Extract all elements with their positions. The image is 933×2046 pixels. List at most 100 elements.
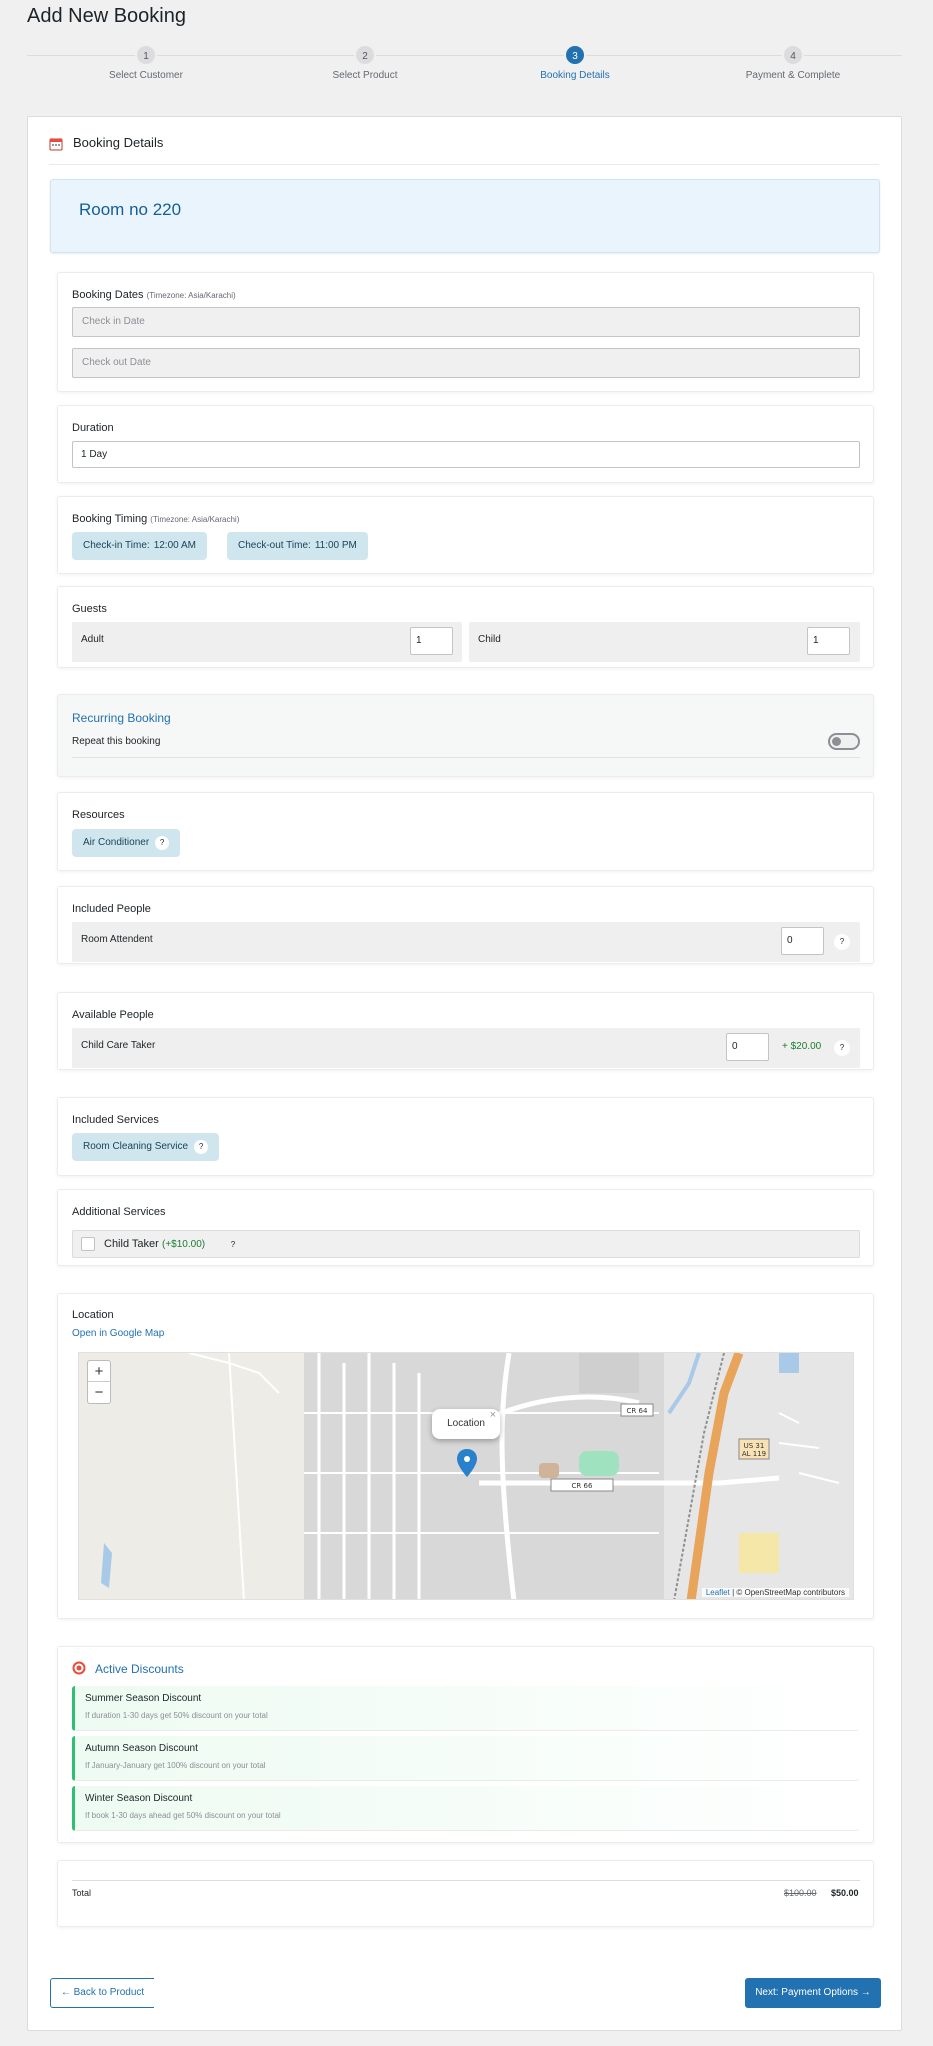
child-care-taker-row: Child Care Taker 0 + $20.00 ?: [72, 1028, 860, 1068]
help-icon[interactable]: ?: [155, 836, 170, 850]
total-original-price: $100.00: [784, 1888, 817, 1898]
total-label: Total: [72, 1888, 92, 1898]
location-heading: Location: [72, 1309, 114, 1321]
next-payment-options-button[interactable]: Next: Payment Options →: [745, 1978, 881, 2008]
card-title: Booking Details: [73, 135, 164, 150]
booking-dates-section: Booking Dates (Timezone: Asia/Karachi) C…: [57, 272, 874, 392]
checkin-time-badge: Check-in Time: 12:00 AM: [72, 532, 207, 560]
child-label: Child: [478, 634, 501, 645]
included-people-section: Included People Room Attendent 0 ?: [57, 886, 874, 964]
zoom-out-button[interactable]: −: [88, 1382, 110, 1403]
checkout-time-badge: Check-out Time: 11:00 PM: [227, 532, 368, 560]
step-label: Select Customer: [109, 70, 183, 81]
discount-title: Summer Season Discount: [85, 1693, 202, 1704]
page-title: Add New Booking: [27, 5, 186, 27]
included-people-heading: Included People: [72, 903, 151, 915]
active-discounts-section: Active Discounts Summer Season Discount …: [57, 1646, 874, 1843]
available-people-section: Available People Child Care Taker 0 + $2…: [57, 992, 874, 1070]
child-taker-checkbox[interactable]: [81, 1237, 95, 1251]
card-header: Booking Details: [49, 135, 879, 165]
discount-item: Summer Season Discount If duration 1-30 …: [72, 1686, 859, 1731]
step-number: 1: [135, 44, 157, 66]
map-zoom-controls: + −: [87, 1360, 111, 1404]
road-label-cr64: CR 64: [627, 1407, 648, 1415]
discount-item: Autumn Season Discount If January-Januar…: [72, 1736, 859, 1781]
discount-title: Winter Season Discount: [85, 1793, 193, 1804]
step-payment-complete[interactable]: 4 Payment & Complete: [713, 44, 873, 81]
room-attendent-label: Room Attendent: [81, 934, 153, 945]
step-label: Select Product: [332, 70, 398, 81]
included-services-heading: Included Services: [72, 1114, 159, 1126]
divider: [72, 757, 860, 758]
child-care-taker-input[interactable]: 0: [726, 1033, 769, 1061]
road-label-cr66: CR 66: [572, 1482, 593, 1490]
child-taker-price: (+$10.00): [162, 1239, 206, 1250]
resources-section: Resources Air Conditioner?: [57, 792, 874, 871]
booking-stepper: 1 Select Customer 2 Select Product 3 Boo…: [27, 40, 902, 90]
road-label-us31: US 31: [744, 1442, 765, 1450]
guests-section: Guests Adult 1 Child 1: [57, 586, 874, 668]
road-label-al119: AL 119: [742, 1450, 766, 1458]
recurring-booking-section: Recurring Booking Repeat this booking: [57, 694, 874, 777]
booking-timing-section: Booking Timing (Timezone: Asia/Karachi) …: [57, 496, 874, 574]
close-icon[interactable]: ×: [490, 1400, 496, 1430]
step-select-product[interactable]: 2 Select Product: [285, 44, 445, 81]
repeat-label: Repeat this booking: [72, 736, 161, 747]
child-taker-label: Child Taker: [104, 1238, 159, 1250]
room-banner: Room no 220: [50, 179, 880, 253]
available-people-heading: Available People: [72, 1009, 154, 1021]
checkout-date-input[interactable]: Check out Date: [72, 348, 860, 378]
adult-row: Adult 1: [72, 622, 462, 662]
duration-field[interactable]: 1 Day: [72, 441, 860, 468]
child-row: Child 1: [469, 622, 860, 662]
child-quantity-input[interactable]: 1: [807, 627, 850, 655]
child-care-taker-price: + $20.00: [782, 1041, 822, 1052]
discount-desc: If duration 1-30 days get 50% discount o…: [85, 1711, 268, 1720]
step-number: 3: [564, 44, 586, 66]
help-icon[interactable]: ?: [834, 1040, 850, 1056]
included-services-section: Included Services Room Cleaning Service?: [57, 1097, 874, 1176]
discount-item: Winter Season Discount If book 1-30 days…: [72, 1786, 859, 1831]
booking-dates-heading: Booking Dates (Timezone: Asia/Karachi): [72, 289, 236, 301]
step-booking-details[interactable]: 3 Booking Details: [495, 44, 655, 81]
leaflet-link[interactable]: Leaflet: [706, 1588, 730, 1597]
total-section: Total $100.00 $50.00: [57, 1860, 874, 1927]
divider: [72, 1880, 860, 1881]
adult-label: Adult: [81, 634, 104, 645]
step-number: 4: [782, 44, 804, 66]
google-map-link[interactable]: Open in Google Map: [72, 1328, 164, 1339]
duration-heading: Duration: [72, 422, 114, 434]
step-label: Booking Details: [540, 70, 610, 81]
booking-timing-heading: Booking Timing (Timezone: Asia/Karachi): [72, 513, 240, 525]
step-select-customer[interactable]: 1 Select Customer: [66, 44, 226, 81]
step-number: 2: [354, 44, 376, 66]
service-room-cleaning[interactable]: Room Cleaning Service?: [72, 1133, 220, 1161]
discount-title: Autumn Season Discount: [85, 1743, 198, 1754]
guests-heading: Guests: [72, 603, 107, 615]
map-popup: Location ×: [432, 1409, 500, 1439]
room-title: Room no 220: [79, 200, 182, 219]
active-discounts-heading: Active Discounts: [95, 1662, 184, 1676]
child-care-taker-label: Child Care Taker: [81, 1040, 156, 1051]
child-taker-row[interactable]: Child Taker (+$10.00) ?: [72, 1230, 860, 1258]
room-attendent-row: Room Attendent 0 ?: [72, 922, 860, 962]
map-marker-icon[interactable]: [457, 1449, 477, 1477]
booking-details-card: Booking Details Room no 220 Booking Date…: [27, 116, 902, 2031]
step-label: Payment & Complete: [745, 70, 841, 81]
additional-services-section: Additional Services Child Taker (+$10.00…: [57, 1189, 874, 1266]
location-map[interactable]: CR 64 CR 66 US 31 AL 119 + − Location ×: [78, 1352, 854, 1600]
repeat-toggle[interactable]: [828, 733, 860, 750]
zoom-in-button[interactable]: +: [88, 1361, 110, 1382]
help-icon[interactable]: ?: [834, 934, 850, 950]
resource-air-conditioner[interactable]: Air Conditioner?: [72, 829, 181, 857]
back-to-product-button[interactable]: ← Back to Product: [50, 1978, 154, 2008]
checkin-date-input[interactable]: Check in Date: [72, 307, 860, 337]
resources-heading: Resources: [72, 809, 125, 821]
calendar-icon: [49, 138, 63, 151]
adult-quantity-input[interactable]: 1: [410, 627, 453, 655]
location-section: Location Open in Google Map CR 64 CR 66 …: [57, 1293, 874, 1619]
map-attribution: Leaflet | © OpenStreetMap contributors: [701, 1588, 849, 1597]
room-attendent-input[interactable]: 0: [781, 927, 824, 955]
help-icon[interactable]: ?: [194, 1140, 209, 1154]
help-icon[interactable]: ?: [225, 1237, 241, 1253]
